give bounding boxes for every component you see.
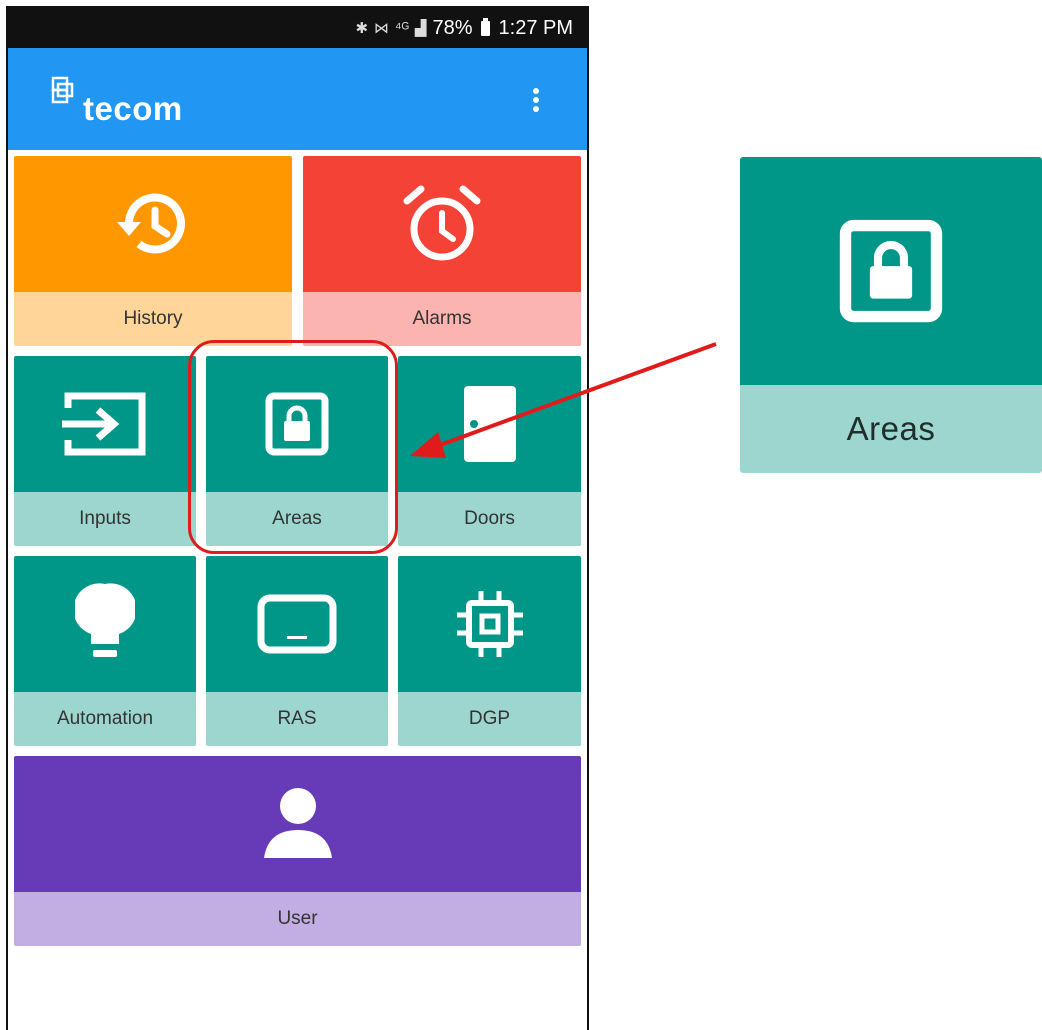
tile-doors-label: Doors: [398, 492, 581, 546]
tile-history[interactable]: History: [14, 156, 292, 346]
keypad-icon: [257, 594, 337, 654]
status-bar: ✱ ⋈ ⁴ᴳ ▟ 78% 1:27 PM: [8, 8, 587, 48]
input-icon: [62, 392, 146, 456]
chip-icon: [456, 591, 523, 657]
tecom-logo: tecom: [51, 76, 182, 127]
lte-icon: ⁴ᴳ: [395, 19, 409, 37]
tile-inputs-label: Inputs: [14, 492, 196, 546]
more-vert-icon: [533, 88, 539, 94]
bluetooth-icon: ✱: [355, 20, 369, 37]
door-icon: [463, 386, 516, 462]
tile-history-label: History: [14, 292, 292, 346]
person-icon: [263, 788, 332, 858]
zoom-callout-areas: Areas: [740, 157, 1042, 473]
tile-automation-label: Automation: [14, 692, 196, 746]
tile-alarms[interactable]: Alarms: [303, 156, 581, 346]
tile-inputs[interactable]: Inputs: [14, 356, 196, 546]
overflow-menu-button[interactable]: [528, 88, 544, 118]
tile-dgp[interactable]: DGP: [398, 556, 581, 746]
app-bar: tecom: [8, 48, 587, 150]
tile-ras-label: RAS: [206, 692, 388, 746]
tile-user-label: User: [14, 892, 581, 946]
lock-icon: [839, 219, 943, 323]
tile-alarms-label: Alarms: [303, 292, 581, 346]
clock: 1:27 PM: [498, 16, 573, 39]
battery-icon: [480, 17, 490, 36]
alarm-clock-icon: [403, 185, 481, 261]
tile-user[interactable]: User: [14, 756, 581, 946]
tile-doors[interactable]: Doors: [398, 356, 581, 546]
logo-wordmark: tecom: [83, 90, 183, 127]
battery-percent: 78%: [432, 16, 473, 39]
history-icon: [117, 193, 185, 254]
lightbulb-icon: [75, 583, 135, 657]
tile-ras[interactable]: RAS: [206, 556, 388, 746]
areas-highlight-outline: [188, 340, 398, 554]
signal-icon: ▟: [414, 20, 427, 37]
tile-automation[interactable]: Automation: [14, 556, 196, 746]
mute-icon: ⋈: [374, 20, 390, 37]
tecom-logo-icon: [51, 76, 74, 104]
zoom-callout-label: Areas: [740, 385, 1042, 473]
tile-dgp-label: DGP: [398, 692, 581, 746]
